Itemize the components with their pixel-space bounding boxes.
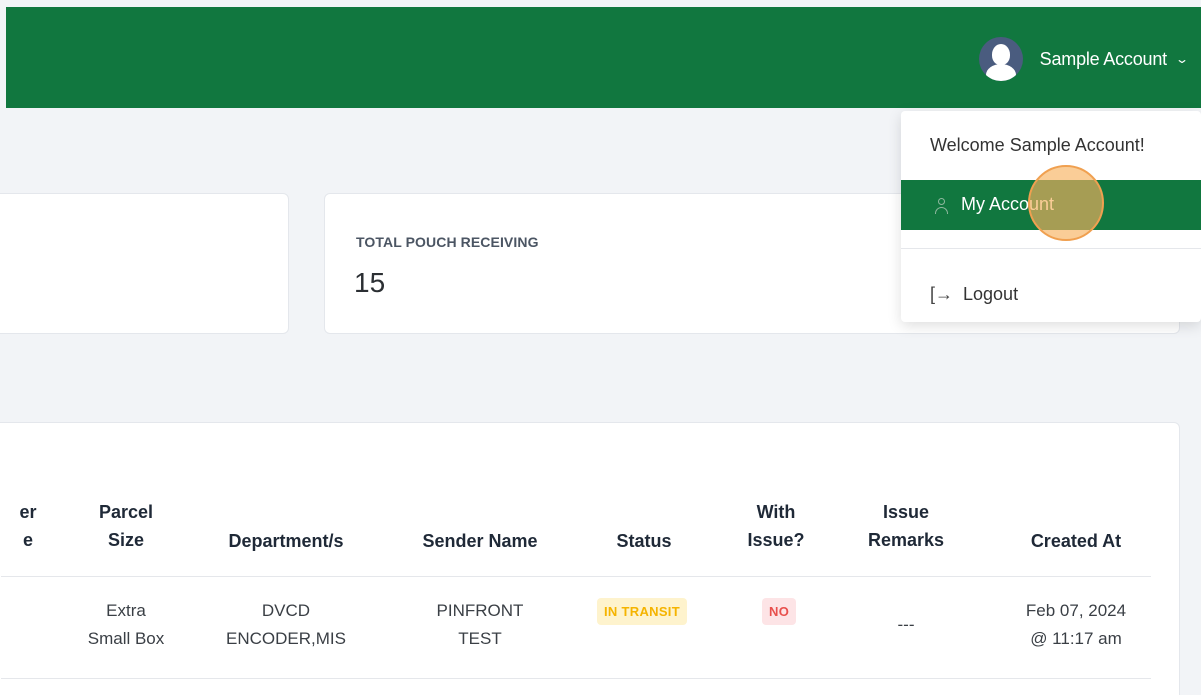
menu-item-label: Logout <box>963 283 1019 304</box>
table-header-status[interactable]: Status <box>589 527 699 555</box>
cell-departments: DVCD ENCODER,MIS <box>226 601 346 648</box>
status-badge: IN TRANSIT <box>597 598 687 625</box>
table-header-with-issue[interactable]: With Issue? <box>726 498 826 554</box>
cell-parcel-size: Extra Small Box <box>87 601 165 648</box>
welcome-text: Welcome Sample Account! <box>930 135 1145 155</box>
user-name: Sample Account <box>1039 48 1167 69</box>
table-header-cut: er e <box>19 502 37 550</box>
issue-badge: NO <box>762 598 797 625</box>
top-navbar: Sample Account ⌄ <box>6 7 1201 108</box>
menu-item-logout[interactable]: [→ Logout <box>930 279 1018 309</box>
cell-sender-name: PINFRONT TEST <box>436 601 524 648</box>
menu-item-my-account[interactable]: My Account <box>901 180 1201 230</box>
table-header-issue-remarks[interactable]: Issue Remarks <box>851 498 961 554</box>
stat-value: 15 <box>354 267 386 298</box>
table-header-parcel-size[interactable]: Parcel Size <box>71 498 181 554</box>
menu-divider <box>901 248 1201 249</box>
table-header-sender-name[interactable]: Sender Name <box>405 527 555 555</box>
header-divider <box>1 576 1151 577</box>
cell-created-at: Feb 07, 2024 @ 11:17 am <box>1025 601 1127 648</box>
person-icon <box>934 198 948 214</box>
avatar-icon <box>978 37 1023 81</box>
logout-icon: [→ <box>930 283 954 304</box>
table-header-departments[interactable]: Department/s <box>211 527 361 555</box>
menu-item-label: My Account <box>961 194 1055 214</box>
cell-issue-remarks: --- <box>897 615 915 634</box>
user-dropdown-menu: Welcome Sample Account! My Account [→ Lo… <box>901 111 1201 322</box>
stat-card <box>0 193 289 334</box>
table-header-created-at[interactable]: Created At <box>1001 527 1151 555</box>
row-divider <box>1 678 1151 679</box>
chevron-down-icon: ⌄ <box>1174 52 1190 66</box>
parcels-table-card: er e Parcel Size Department/s Sender Name … <box>0 422 1180 695</box>
user-menu-toggle[interactable]: Sample Account ⌄ <box>978 35 1190 83</box>
stat-label: TOTAL POUCH RECEIVING <box>356 234 539 250</box>
